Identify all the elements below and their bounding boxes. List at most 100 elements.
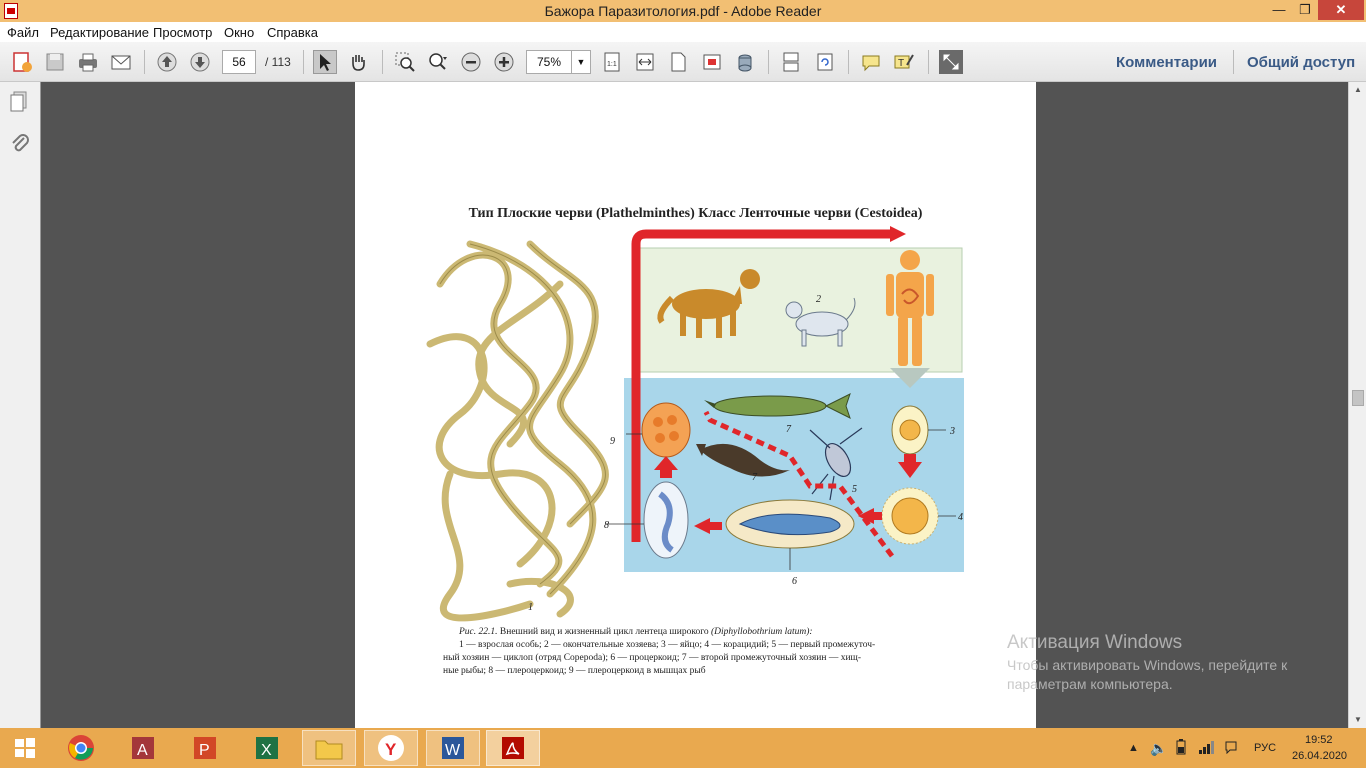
svg-text:A: A	[137, 742, 148, 759]
svg-text:W: W	[445, 742, 461, 759]
next-page-icon[interactable]	[188, 50, 212, 74]
maximize-button[interactable]: ❐	[1292, 0, 1318, 20]
fit-width-icon[interactable]	[633, 50, 657, 74]
svg-text:T: T	[898, 58, 904, 69]
windows-start-icon[interactable]	[0, 730, 50, 766]
page-number-input[interactable]	[222, 50, 256, 74]
sticky-note-icon[interactable]	[859, 50, 883, 74]
tools-icon[interactable]	[733, 50, 757, 74]
word-icon[interactable]: W	[426, 730, 480, 766]
svg-text:Y: Y	[385, 740, 397, 759]
zoom-out-icon[interactable]	[459, 50, 483, 74]
watermark-line-2: параметрам компьютера.	[1007, 676, 1173, 692]
caption-latin: (Diphyllobothrium latum):	[710, 627, 813, 637]
label-coracidium: 4	[958, 512, 963, 523]
yandex-browser-icon[interactable]: Y	[364, 730, 418, 766]
egg-illustration	[891, 405, 929, 455]
chrome-icon[interactable]	[54, 730, 108, 766]
label-adult: 1	[528, 602, 533, 613]
page-heading: Тип Плоские черви (Plathelminthes) Класс…	[468, 206, 923, 221]
tray-chevron-up-icon[interactable]: ▲	[1128, 742, 1139, 754]
label-egg: 3	[949, 426, 955, 437]
page-thumbnails-icon[interactable]	[8, 90, 32, 119]
language-indicator[interactable]: РУС	[1254, 742, 1276, 754]
close-button[interactable]: ✕	[1318, 0, 1364, 20]
file-explorer-icon[interactable]	[302, 730, 356, 766]
taskbar: A P X Y W ▲ 🔈 РУС 19:52 26.04.2020	[0, 728, 1366, 768]
title-bar: Бажора Паразитология.pdf - Adobe Reader …	[0, 0, 1366, 22]
network-signal-icon[interactable]	[1198, 740, 1214, 757]
powerpoint-icon[interactable]: P	[178, 730, 232, 766]
svg-text:P: P	[199, 742, 210, 759]
share-link[interactable]: Общий доступ	[1247, 54, 1355, 71]
svg-text:X: X	[261, 742, 272, 759]
window-title: Бажора Паразитология.pdf - Adobe Reader	[544, 3, 822, 19]
menu-help[interactable]: Справка	[267, 25, 318, 40]
previous-page-icon[interactable]	[155, 50, 179, 74]
zoom-chevron-down-icon[interactable]: ▼	[571, 50, 591, 74]
rotate-page-icon[interactable]	[813, 50, 837, 74]
adobe-reader-taskbar-icon[interactable]	[486, 730, 540, 766]
adult-tapeworm-illustration	[426, 240, 609, 622]
scroll-up-arrow-icon[interactable]: ▲	[1349, 82, 1366, 98]
minimize-button[interactable]: —	[1266, 0, 1292, 20]
menu-file[interactable]: Файл	[7, 25, 39, 40]
caption-line-3: ный хозяин — циклоп (отряд Copepoda); 6 …	[443, 653, 862, 663]
watermark-line-1: Чтобы активировать Windows, перейдите к	[1007, 657, 1288, 673]
svg-text:1:1: 1:1	[607, 61, 617, 68]
menu-window[interactable]: Окно	[224, 25, 254, 40]
caption-line-2: 1 — взрослая особь; 2 — окончательные хо…	[459, 640, 876, 650]
clock-time[interactable]: 19:52	[1305, 734, 1333, 746]
access-icon[interactable]: A	[116, 730, 170, 766]
watermark-title: Активация Windows	[1007, 632, 1183, 653]
scroll-down-arrow-icon[interactable]: ▼	[1349, 712, 1366, 728]
caption-line-4: ные рыбы; 8 — плероцеркоид; 9 — плероцер…	[443, 666, 706, 676]
label-final-hosts: 2	[816, 294, 821, 305]
pdf-page: Тип Плоские черви (Plathelminthes) Класс…	[355, 82, 1036, 728]
plerocercoid-illustration	[643, 481, 689, 559]
scrolling-mode-icon[interactable]	[779, 50, 803, 74]
menu-view[interactable]: Просмотр	[153, 25, 212, 40]
parasite-life-cycle-figure: 1 2 3 4 5 6 7 7 8 9	[426, 226, 964, 622]
figure-caption: Рис. 22.1. Внешний вид и жизненный цикл …	[443, 626, 961, 678]
comments-link[interactable]: Комментарии	[1116, 54, 1217, 71]
create-pdf-icon[interactable]	[10, 50, 34, 74]
battery-icon[interactable]	[1174, 739, 1188, 758]
print-icon[interactable]	[76, 50, 100, 74]
save-icon[interactable]	[43, 50, 67, 74]
menu-bar: Файл Редактирование Просмотр Окно Справк…	[0, 22, 1366, 42]
zoom-level-input[interactable]	[526, 50, 572, 74]
read-mode-icon[interactable]	[700, 50, 724, 74]
vertical-scrollbar[interactable]: ▲ ▼	[1348, 82, 1366, 728]
windows-activation-watermark: Активация Windows Чтобы активировать Win…	[1007, 632, 1287, 692]
volume-icon[interactable]: 🔈	[1150, 740, 1167, 757]
label-procercoid: 6	[792, 576, 797, 587]
label-muscle-plerocercoid: 9	[610, 436, 615, 447]
page-total: / 113	[265, 55, 291, 69]
procercoid-illustration	[725, 499, 855, 549]
fit-page-icon[interactable]	[666, 50, 690, 74]
clock-date[interactable]: 26.04.2020	[1292, 750, 1347, 762]
label-plerocercoid: 8	[604, 520, 609, 531]
select-tool-icon[interactable]	[313, 50, 337, 74]
email-icon[interactable]	[109, 50, 133, 74]
action-center-icon[interactable]	[1224, 740, 1238, 757]
excel-icon[interactable]: X	[240, 730, 294, 766]
caption-fig-ref: Рис. 22.1.	[459, 627, 498, 637]
zoom-in-icon[interactable]	[492, 50, 516, 74]
coracidium-illustration	[881, 487, 939, 545]
scroll-thumb[interactable]	[1352, 390, 1364, 406]
fullscreen-icon[interactable]	[939, 50, 963, 74]
actual-size-icon[interactable]: 1:1	[600, 50, 624, 74]
marquee-zoom-icon[interactable]	[393, 50, 417, 74]
fish-muscle-plerocercoid-illustration	[641, 402, 691, 458]
zoom-dropdown-icon[interactable]	[426, 50, 450, 74]
label-cyclops: 5	[852, 484, 857, 495]
navigation-panel	[0, 82, 41, 728]
caption-title: Внешний вид и жизненный цикл лентеца шир…	[497, 627, 711, 637]
toolbar: / 113 ▼ 1:1 T	[0, 42, 1366, 82]
highlight-text-icon[interactable]: T	[892, 50, 916, 74]
menu-edit[interactable]: Редактирование	[50, 25, 149, 40]
attachments-paperclip-icon[interactable]	[8, 132, 32, 161]
hand-tool-icon[interactable]	[346, 50, 370, 74]
